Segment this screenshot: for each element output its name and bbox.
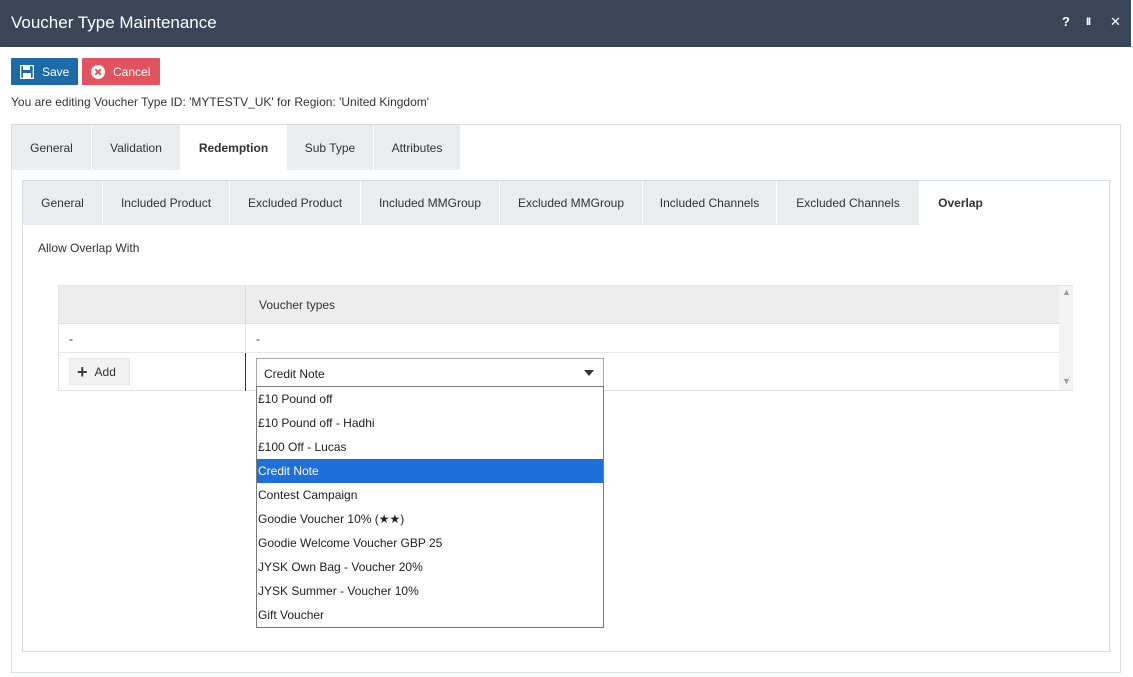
window-title: Voucher Type Maintenance: [11, 13, 217, 32]
dropdown-option-selected[interactable]: Credit Note: [257, 459, 603, 483]
subtab-included-product[interactable]: Included Product: [103, 181, 230, 225]
dropdown-option[interactable]: £100 Off - Lucas: [257, 435, 603, 459]
title-bar: Voucher Type Maintenance ? II ✕: [0, 0, 1131, 47]
scroll-up-icon[interactable]: ▲: [1062, 287, 1071, 297]
table-cell: -: [256, 332, 260, 346]
scroll-down-icon[interactable]: ▼: [1062, 376, 1071, 386]
cancel-button[interactable]: Cancel: [82, 58, 160, 85]
table-cell: -: [69, 332, 73, 346]
grid-header-voucher-types[interactable]: Voucher types: [259, 298, 335, 312]
add-button[interactable]: + Add: [69, 358, 130, 385]
redemption-sub-tabs: General Included Product Excluded Produc…: [23, 181, 1002, 225]
subtab-excluded-channels[interactable]: Excluded Channels: [777, 181, 920, 225]
grid-header: Voucher types: [59, 286, 1059, 324]
tab-sub-type[interactable]: Sub Type: [287, 125, 374, 170]
tab-attributes[interactable]: Attributes: [374, 125, 461, 170]
table-row[interactable]: - -: [59, 324, 1059, 353]
dropdown-option[interactable]: JYSK Own Bag - Voucher 20%: [257, 555, 603, 579]
subtab-included-channels[interactable]: Included Channels: [643, 181, 777, 225]
overlap-section-label: Allow Overlap With: [38, 241, 140, 255]
save-label: Save: [42, 64, 70, 79]
dropdown-option[interactable]: Goodie Welcome Voucher GBP 25: [257, 531, 603, 555]
dropdown-option[interactable]: Contest Campaign: [257, 483, 603, 507]
add-label: Add: [94, 364, 116, 379]
pause-icon[interactable]: II: [1086, 16, 1091, 28]
dropdown-option[interactable]: Goodie Voucher 10% (★★): [257, 507, 603, 531]
editing-info: You are editing Voucher Type ID: 'MYTEST…: [11, 95, 430, 109]
tab-redemption[interactable]: Redemption: [181, 125, 287, 170]
column-divider: [245, 324, 246, 353]
voucher-type-select[interactable]: Credit Note: [256, 358, 604, 387]
column-divider: [245, 286, 246, 324]
subtab-excluded-mmgroup[interactable]: Excluded MMGroup: [500, 181, 643, 225]
voucher-type-dropdown: £10 Pound off £10 Pound off - Hadhi £100…: [256, 386, 604, 628]
chevron-down-icon: [584, 370, 594, 376]
dropdown-option[interactable]: JYSK Summer - Voucher 10%: [257, 579, 603, 603]
floppy-disk-icon: [20, 64, 34, 79]
dropdown-option[interactable]: £10 Pound off - Hadhi: [257, 411, 603, 435]
subtab-included-mmgroup[interactable]: Included MMGroup: [361, 181, 500, 225]
dropdown-option[interactable]: Gift Voucher: [257, 603, 603, 627]
plus-icon: +: [77, 361, 88, 382]
subtab-general[interactable]: General: [23, 181, 103, 225]
tab-validation[interactable]: Validation: [92, 125, 181, 170]
column-divider: [245, 353, 246, 391]
help-icon[interactable]: ?: [1062, 14, 1070, 29]
main-tabs: General Validation Redemption Sub Type A…: [12, 125, 461, 170]
save-button[interactable]: Save: [11, 58, 78, 85]
dropdown-option[interactable]: £10 Pound off: [257, 387, 603, 411]
close-icon[interactable]: ✕: [1110, 14, 1121, 30]
cancel-circle-icon: [91, 64, 105, 79]
subtab-excluded-product[interactable]: Excluded Product: [230, 181, 361, 225]
grid-scrollbar[interactable]: ▲ ▼: [1059, 286, 1073, 390]
subtab-overlap[interactable]: Overlap: [920, 181, 1002, 225]
selected-value: Credit Note: [264, 367, 325, 381]
tab-general[interactable]: General: [12, 125, 92, 170]
cancel-label: Cancel: [113, 64, 151, 79]
